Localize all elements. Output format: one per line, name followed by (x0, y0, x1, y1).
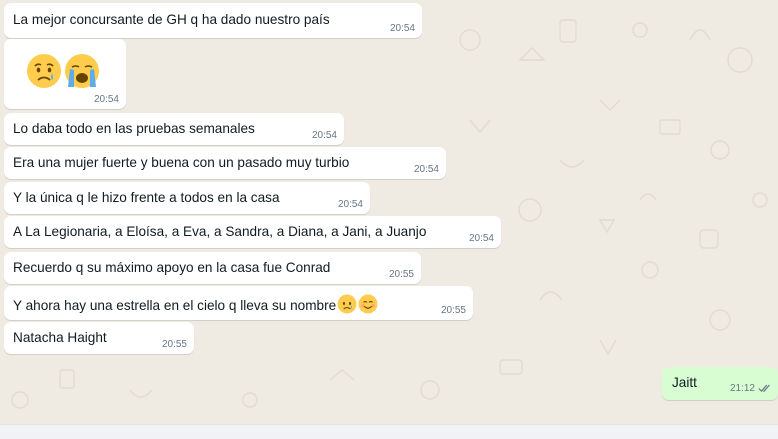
message-text: La mejor concursante de GH q ha dado nue… (13, 12, 330, 27)
smiling-face-icon (358, 294, 378, 317)
double-check-icon (758, 384, 772, 396)
loudly-crying-face-icon (64, 53, 100, 94)
message-time: 20:54 (311, 130, 337, 141)
message-bubble[interactable]: La mejor concursante de GH q ha dado nue… (4, 3, 422, 38)
message-time: 20:54 (389, 23, 415, 34)
message-bubble[interactable]: Y la única q le hizo frente a todos en l… (4, 182, 370, 214)
message-time: 20:54 (337, 199, 363, 210)
message-time: 20:55 (440, 305, 466, 316)
message-bubble[interactable]: Y ahora hay una estrella en el cielo q l… (4, 286, 473, 320)
message-text: A La Legionaria, a Eloísa, a Eva, a Sand… (13, 224, 427, 239)
message-time: 20:55 (388, 269, 414, 280)
message-time-wrap: 21:12 (730, 383, 772, 396)
message-bubble[interactable]: Era una mujer fuerte y buena con un pasa… (4, 147, 446, 179)
message-time: 21:12 (729, 383, 755, 394)
message-bubble[interactable]: A La Legionaria, a Eloísa, a Eva, a Sand… (4, 216, 501, 248)
outgoing-message-bubble[interactable]: Jaitt 21:12 (662, 367, 778, 400)
message-time: 20:54 (93, 94, 119, 105)
sad-but-relieved-face-icon (337, 294, 357, 317)
message-text: Recuerdo q su máximo apoyo en la casa fu… (13, 260, 331, 275)
message-time: 20:54 (468, 233, 494, 244)
sad-but-relieved-face-icon (26, 53, 62, 94)
message-time: 20:54 (413, 164, 439, 175)
message-text: Era una mujer fuerte y buena con un pasa… (13, 155, 350, 170)
message-text-wrap: Y ahora hay una estrella en el cielo q l… (13, 294, 378, 317)
message-bubble[interactable]: Recuerdo q su máximo apoyo en la casa fu… (4, 252, 421, 284)
message-bubble[interactable]: Lo daba todo en las pruebas semanales 20… (4, 113, 344, 145)
composer-bar[interactable] (0, 424, 778, 439)
message-text: Natacha Haight (13, 330, 107, 345)
message-text: Jaitt (672, 375, 697, 390)
message-text: Y ahora hay una estrella en el cielo q l… (13, 298, 337, 313)
message-bubble[interactable]: Natacha Haight 20:55 (4, 322, 194, 354)
message-list[interactable]: La mejor concursante de GH q ha dado nue… (0, 0, 778, 438)
message-bubble[interactable]: 20:54 (4, 39, 126, 109)
message-text: Y la única q le hizo frente a todos en l… (13, 190, 280, 205)
message-time: 20:55 (161, 339, 187, 350)
message-text: Lo daba todo en las pruebas semanales (13, 121, 255, 136)
